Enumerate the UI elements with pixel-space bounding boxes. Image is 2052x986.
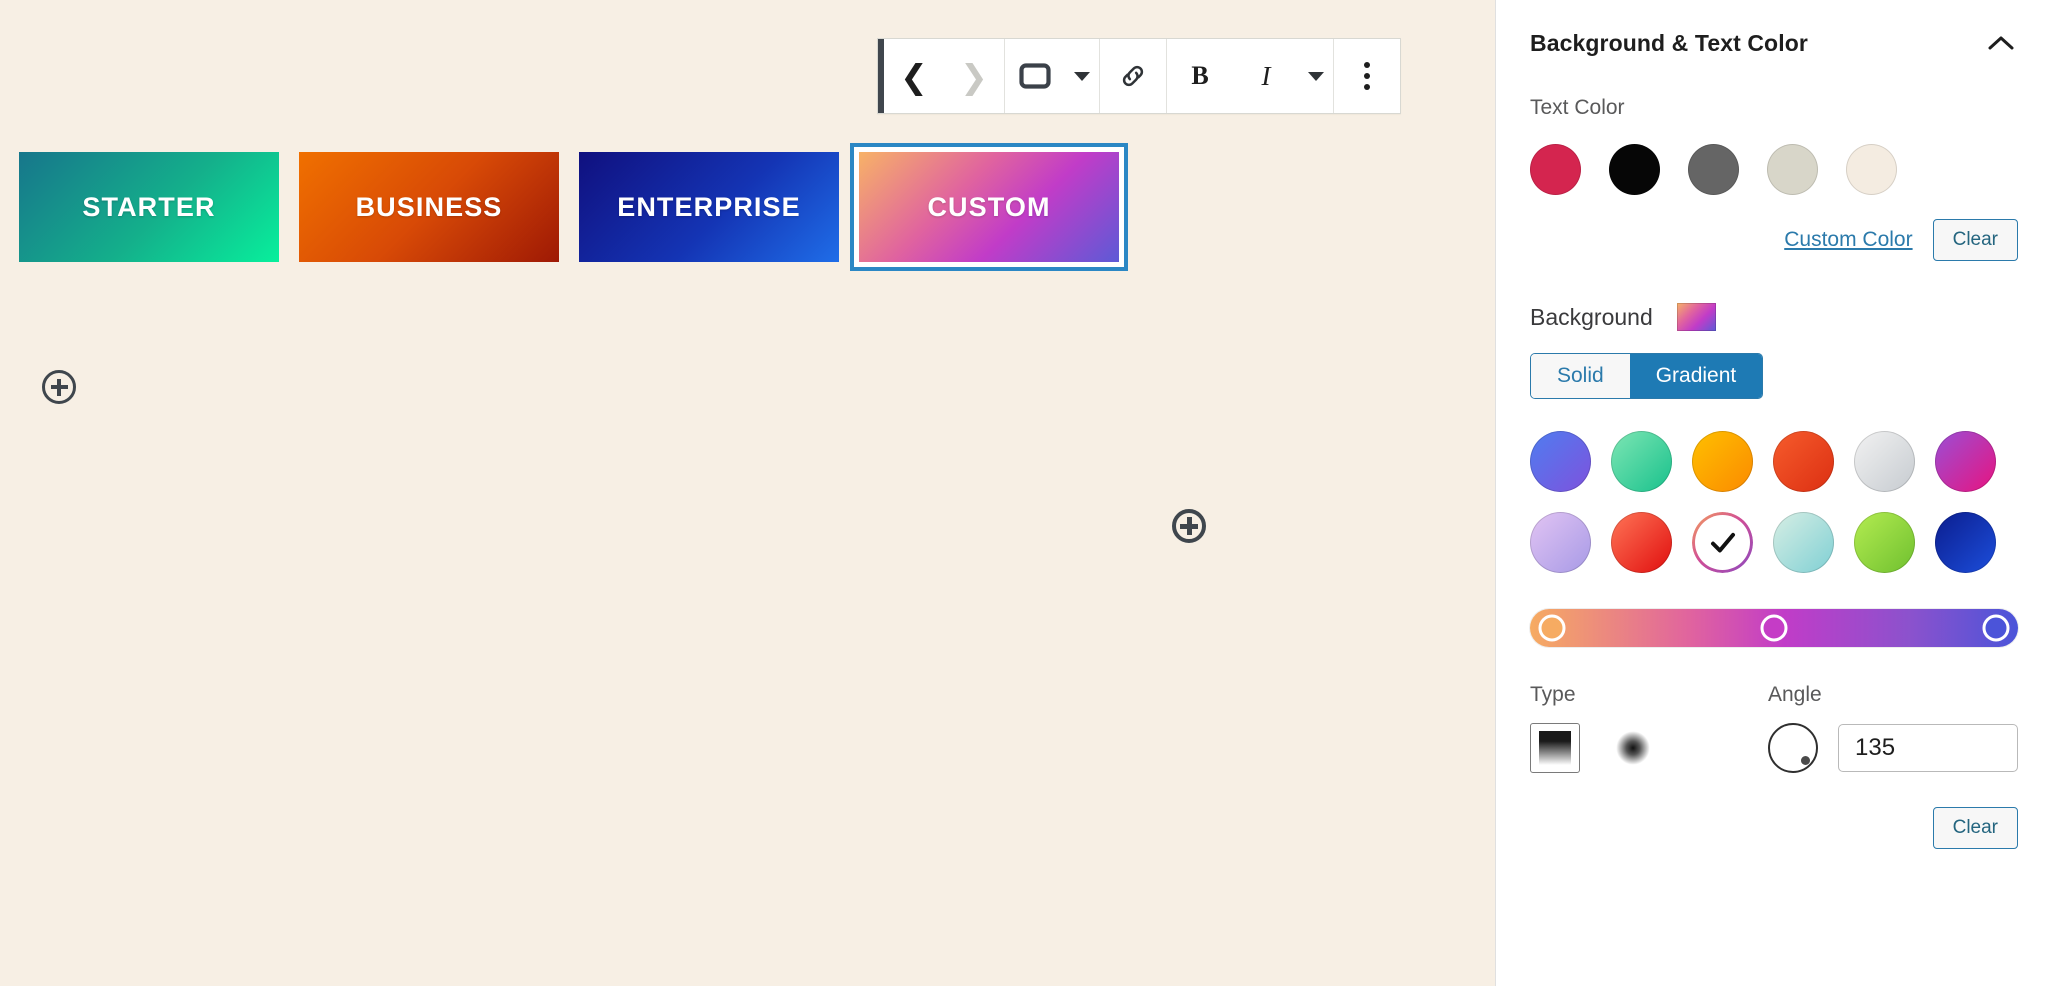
custom-color-link[interactable]: Custom Color	[1784, 228, 1912, 252]
button-label: CUSTOM	[927, 191, 1051, 222]
type-angle-row: Type Angle	[1530, 683, 2018, 773]
radial-gradient-icon	[1616, 731, 1650, 765]
chevron-down-icon	[1074, 71, 1090, 81]
text-color-label: Text Color	[1530, 96, 1625, 119]
angle-control: Angle	[1768, 683, 2018, 773]
gradient-preset-pale-teal[interactable]	[1773, 512, 1834, 573]
add-block-inserter-right[interactable]	[1172, 509, 1206, 543]
text-color-clear-button[interactable]: Clear	[1932, 219, 2018, 261]
angle-label: Angle	[1768, 683, 1822, 706]
panel-header: Background & Text Color	[1530, 22, 2018, 64]
panel-title: Background & Text Color	[1530, 29, 1808, 56]
gradient-preset-amber-orange[interactable]	[1692, 431, 1753, 492]
background-label: Background	[1530, 303, 1653, 330]
buttons-block-row: STARTER BUSINESS ENTERPRISE CUSTOM	[19, 143, 1128, 271]
bold-button[interactable]: B	[1167, 39, 1233, 113]
button-label: ENTERPRISE	[617, 191, 801, 222]
text-swatch-black[interactable]	[1609, 144, 1660, 195]
button-block-icon	[1019, 63, 1051, 89]
gradient-stop-handle-2[interactable]	[1982, 614, 2010, 642]
chevron-up-icon	[1988, 36, 2014, 50]
toolbar-group-block-type	[1005, 39, 1100, 113]
gradient-preset-silver-gray[interactable]	[1854, 431, 1915, 492]
text-color-swatches	[1530, 144, 2018, 195]
gradient-stop-slider[interactable]	[1530, 609, 2018, 647]
background-type-tabs: Solid Gradient	[1530, 353, 1764, 399]
block-options-button[interactable]	[1334, 39, 1400, 113]
text-swatch-dark-gray[interactable]	[1688, 144, 1739, 195]
background-clear-button[interactable]: Clear	[1932, 807, 2018, 849]
background-preview-swatch[interactable]	[1676, 303, 1716, 331]
chevron-down-icon	[1308, 71, 1324, 81]
toolbar-group-navigation: ❮ ❯	[884, 39, 1005, 113]
block-toolbar: ❮ ❯ B I	[877, 38, 1401, 114]
move-forward-button[interactable]: ❯	[944, 39, 1004, 113]
background-actions: Clear	[1530, 807, 2018, 849]
editor-canvas: ❮ ❯ B I STARTER BUSINESS ENTERPRISE CUST…	[0, 0, 1495, 986]
button-starter[interactable]: STARTER	[19, 152, 279, 262]
button-enterprise[interactable]: ENTERPRISE	[579, 152, 839, 262]
tab-solid[interactable]: Solid	[1531, 354, 1630, 398]
type-control: Type	[1530, 683, 1768, 773]
gradient-stop-handle-0[interactable]	[1538, 614, 1566, 642]
link-icon	[1122, 65, 1144, 87]
chevron-left-icon: ❮	[900, 56, 928, 96]
link-button[interactable]	[1100, 39, 1166, 113]
move-back-button[interactable]: ❮	[884, 39, 944, 113]
three-dots-vertical-icon	[1364, 62, 1370, 90]
block-type-dropdown-button[interactable]	[1065, 39, 1099, 113]
gradient-preset-purple-magenta[interactable]	[1935, 431, 1996, 492]
more-formats-button[interactable]	[1299, 39, 1333, 113]
panel-collapse-button[interactable]	[1984, 26, 2018, 60]
bold-label: B	[1191, 61, 1209, 90]
type-option-linear[interactable]	[1530, 723, 1580, 773]
button-custom[interactable]: CUSTOM	[850, 143, 1128, 271]
gradient-preset-blue-purple[interactable]	[1530, 431, 1591, 492]
gradient-preset-lavender[interactable]	[1530, 512, 1591, 573]
button-label: STARTER	[82, 191, 216, 222]
gradient-preset-red-orange[interactable]	[1773, 431, 1834, 492]
gradient-preset-red-scarlet[interactable]	[1611, 512, 1672, 573]
italic-label: I	[1261, 60, 1271, 91]
toolbar-group-options	[1334, 39, 1400, 113]
angle-dial-knob	[1801, 756, 1810, 765]
settings-sidebar: Background & Text Color Text Color Custo…	[1495, 0, 2052, 986]
linear-gradient-icon	[1539, 731, 1571, 765]
toolbar-group-formatting: B I	[1167, 39, 1334, 113]
gradient-preset-mint-green[interactable]	[1611, 431, 1672, 492]
text-swatch-light-gray[interactable]	[1767, 144, 1818, 195]
button-business[interactable]: BUSINESS	[299, 152, 559, 262]
gradient-preset-lime-green[interactable]	[1854, 512, 1915, 573]
chevron-right-icon: ❯	[960, 56, 988, 96]
toolbar-group-link	[1100, 39, 1167, 113]
angle-dial[interactable]	[1768, 723, 1818, 773]
text-swatch-off-white[interactable]	[1846, 144, 1897, 195]
gradient-stop-handle-1[interactable]	[1760, 614, 1788, 642]
italic-button[interactable]: I	[1233, 39, 1299, 113]
background-row: Background	[1530, 303, 2018, 331]
button-label: BUSINESS	[355, 191, 503, 222]
type-option-radial[interactable]	[1608, 723, 1658, 773]
type-label: Type	[1530, 683, 1576, 706]
angle-input[interactable]	[1838, 724, 2018, 772]
checkmark-icon	[1710, 532, 1735, 552]
gradient-preset-orange-magenta-purple[interactable]	[1692, 512, 1753, 573]
block-type-button[interactable]	[1005, 39, 1065, 113]
tab-gradient[interactable]: Gradient	[1629, 354, 1763, 398]
gradient-preset-grid	[1530, 431, 2018, 573]
add-block-inserter-left[interactable]	[42, 370, 76, 404]
gradient-preset-deep-blue[interactable]	[1935, 512, 1996, 573]
text-color-actions: Custom Color Clear	[1530, 219, 2018, 261]
text-swatch-crimson[interactable]	[1530, 144, 1581, 195]
